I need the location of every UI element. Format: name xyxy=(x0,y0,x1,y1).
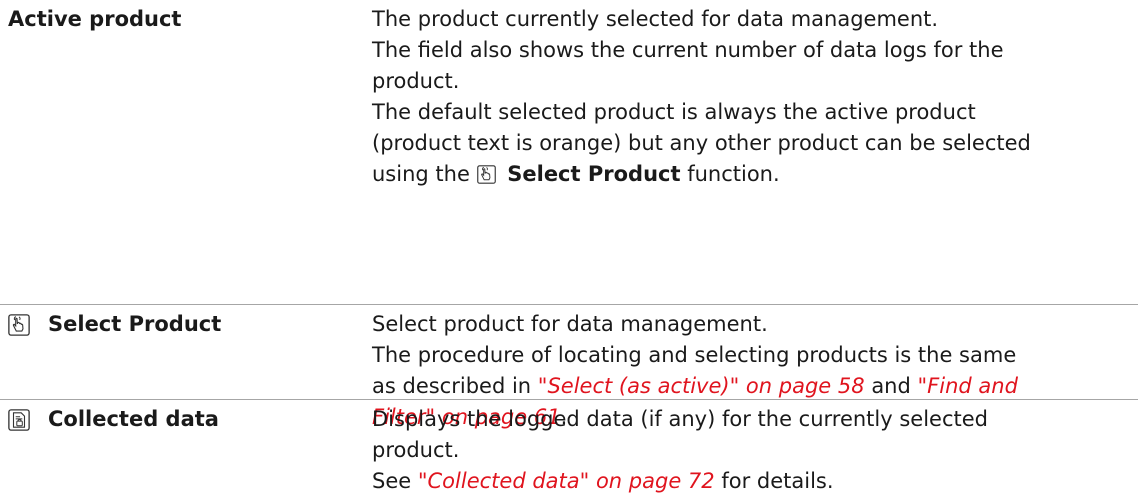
desc-line: The product currently selected for data … xyxy=(372,7,939,31)
desc-line: Select product for data management. xyxy=(372,312,768,336)
description-collected-data: Displays the logged data (if any) for th… xyxy=(372,404,1117,497)
desc-text: See xyxy=(372,469,412,493)
term-collected-data: Collected data xyxy=(8,404,219,435)
desc-line: The default selected product is always t… xyxy=(372,100,976,124)
definition-table: Active product The product currently sel… xyxy=(0,0,1138,493)
page-reference-link[interactable]: "Collected data" on page 72 xyxy=(418,469,715,493)
hand-pointer-icon xyxy=(8,313,30,336)
desc-text: using the xyxy=(372,162,470,186)
desc-line: See "Collected data" on page 72 for deta… xyxy=(372,466,1117,497)
desc-line: using the Select Product function. xyxy=(372,159,1117,190)
desc-text: and xyxy=(871,374,911,398)
row-select-product: Select Product Select product for data m… xyxy=(0,304,1138,429)
desc-line: product. xyxy=(372,69,460,93)
data-document-icon xyxy=(8,408,30,431)
page-reference-link[interactable]: "Find and xyxy=(918,374,1018,398)
row-active-product: Active product The product currently sel… xyxy=(0,0,1138,304)
desc-line: (product text is orange) but any other p… xyxy=(372,131,1031,155)
page-reference-link[interactable]: "Select (as active)" on page 58 xyxy=(538,374,865,398)
function-name: Select Product xyxy=(507,162,681,186)
desc-line: The procedure of locating and selecting … xyxy=(372,343,1017,367)
desc-line: The field also shows the current number … xyxy=(372,38,1004,62)
desc-text: function. xyxy=(687,162,780,186)
term-active-product: Active product xyxy=(8,4,181,35)
desc-text: as described in xyxy=(372,374,532,398)
desc-line: Displays the logged data (if any) for th… xyxy=(372,407,989,431)
desc-line: product. xyxy=(372,438,460,462)
hand-pointer-icon xyxy=(476,165,496,184)
description-active-product: The product currently selected for data … xyxy=(372,4,1117,190)
term-select-product: Select Product xyxy=(8,309,221,340)
desc-text: for details. xyxy=(721,469,834,493)
row-collected-data: Collected data Displays the logged data … xyxy=(0,399,1138,493)
desc-line: as described in "Select (as active)" on … xyxy=(372,371,1117,402)
term-label: Collected data xyxy=(48,407,219,431)
term-label: Select Product xyxy=(48,312,222,336)
term-label: Active product xyxy=(8,7,182,31)
